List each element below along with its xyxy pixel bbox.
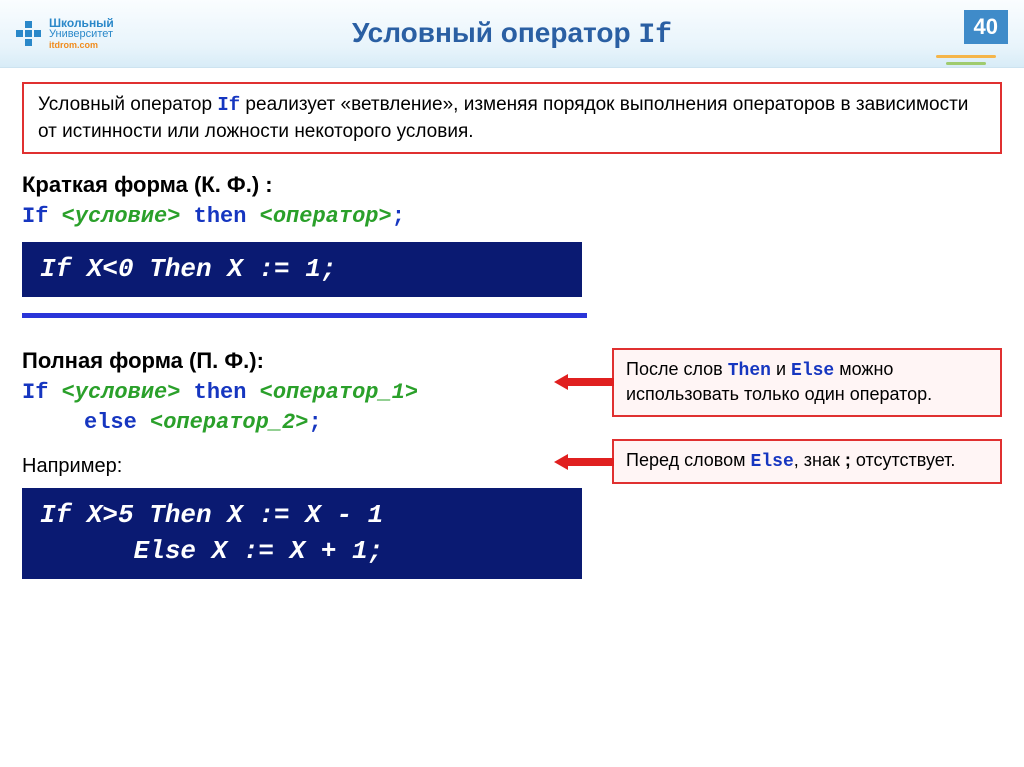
short-form-syntax: If <условие> then <оператор>;: [22, 202, 1002, 232]
full-form-label: Полная форма (П. Ф.):: [22, 348, 582, 374]
example-label: Например:: [22, 455, 582, 478]
full-form-code: If X>5 Then X := X - 1 Else X := X + 1;: [22, 488, 582, 578]
note-else-semicolon: Перед словом Else, знак ; отсутствует.: [612, 439, 1002, 484]
short-form-code: If X<0 Then X := 1;: [22, 242, 582, 297]
slide-title: Условный оператор If: [0, 17, 1024, 51]
full-form-syntax: If <условие> then <оператор_1> else <опе…: [22, 378, 582, 437]
slide-header: Школьный Университет itdrom.com Условный…: [0, 0, 1024, 68]
header-decoration: [906, 51, 996, 69]
arrow-icon: [554, 372, 614, 392]
note-then-else: После слов Then и Else можно использоват…: [612, 348, 1002, 417]
definition-box: Условный оператор If реализует «ветвлени…: [22, 82, 1002, 154]
short-form-label: Краткая форма (К. Ф.) :: [22, 172, 1002, 198]
divider: [22, 313, 587, 318]
arrow-icon: [554, 452, 614, 472]
slide-content: Условный оператор If реализует «ветвлени…: [0, 68, 1024, 579]
page-number: 40: [964, 10, 1008, 44]
